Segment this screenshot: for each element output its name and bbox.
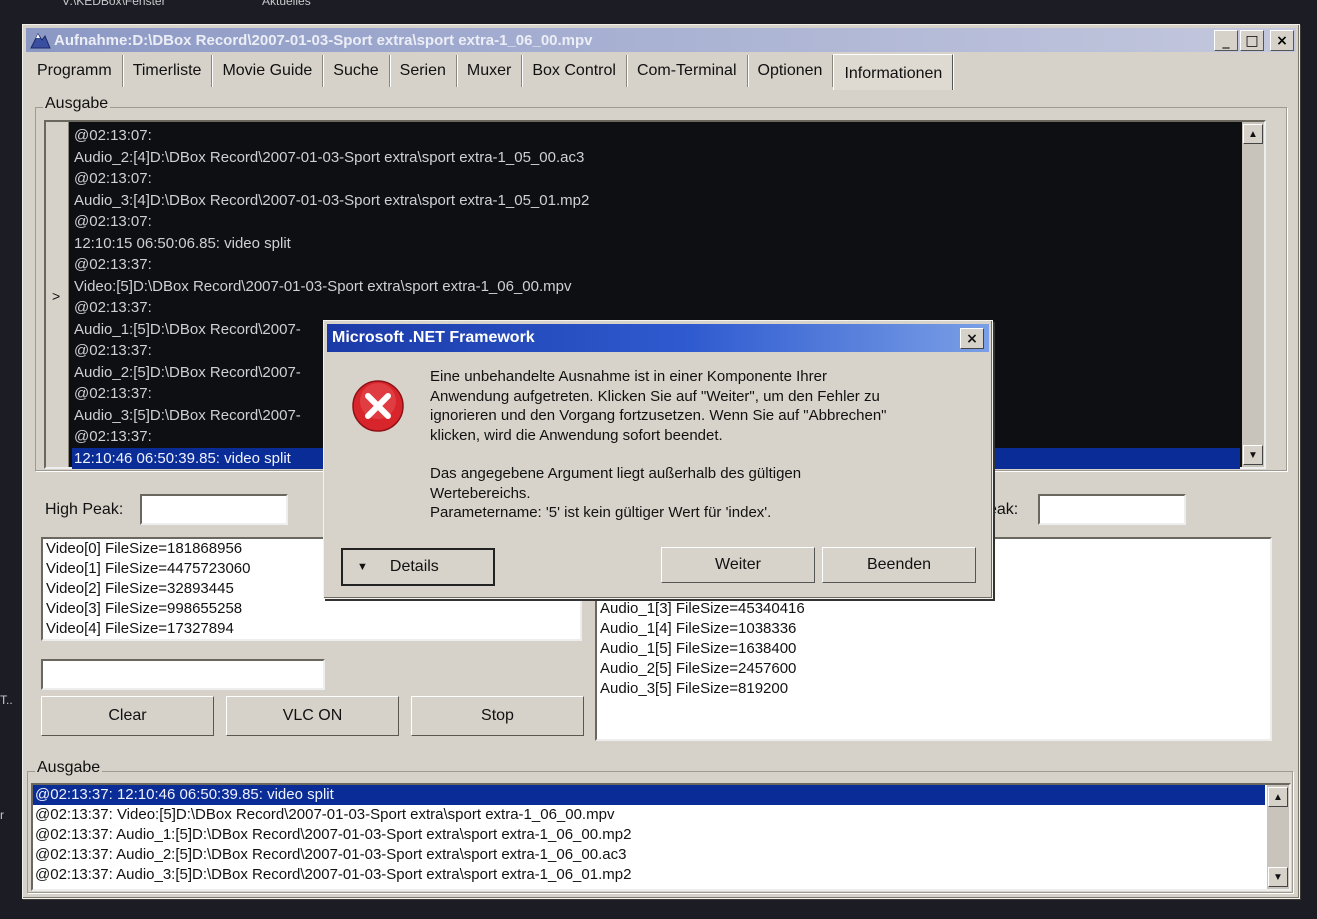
list-item[interactable]: Video[3] FileSize=998655258 xyxy=(43,599,580,619)
message-line: Wertebereichs. xyxy=(430,484,531,502)
list-item[interactable]: Audio_1[5] FileSize=1638400 xyxy=(597,639,1270,659)
console-line[interactable]: Video:[5]D:\DBox Record\2007-01-03-Sport… xyxy=(72,276,1240,298)
list-item[interactable]: Video[4] FileSize=17327894 xyxy=(43,619,580,639)
error-dialog: Microsoft .NET Framework × Eine unbehand… xyxy=(323,320,993,599)
dialog-title-bar[interactable]: Microsoft .NET Framework × xyxy=(327,324,989,352)
minimize-button[interactable]: _ xyxy=(1214,30,1238,51)
scroll-up-icon[interactable]: ▲ xyxy=(1268,787,1288,807)
tab-suche[interactable]: Suche xyxy=(323,55,390,87)
console-line[interactable]: @02:13:37: xyxy=(72,297,1240,319)
console-line[interactable]: @02:13:07: xyxy=(72,168,1240,190)
ausgabe-top-label: Ausgabe xyxy=(43,95,111,113)
console-line[interactable]: @02:13:37: xyxy=(72,254,1240,276)
tab-box-control[interactable]: Box Control xyxy=(522,55,627,87)
dialog-message: Eine unbehandelte Ausnahme ist in einer … xyxy=(430,367,970,523)
message-line: ignorieren und den Vorgang fortzusetzen.… xyxy=(430,407,887,424)
ausgabe-bottom-label: Ausgabe xyxy=(35,759,103,777)
scroll-down-icon[interactable]: ▼ xyxy=(1268,867,1288,887)
chevron-down-icon: ▼ xyxy=(357,561,368,573)
status-input[interactable] xyxy=(41,659,325,690)
message-line: klicken, wird die Anwendung sofort beend… xyxy=(430,426,723,444)
scroll-down-icon[interactable]: ▼ xyxy=(1243,445,1263,465)
title-bar[interactable]: Aufnahme:D:\DBox Record\2007-01-03-Sport… xyxy=(26,28,1296,52)
details-button[interactable]: ▼ Details xyxy=(341,548,495,586)
desktop-item: Aktuelles xyxy=(262,0,311,8)
console-line[interactable]: Audio_2:[4]D:\DBox Record\2007-01-03-Spo… xyxy=(72,147,1240,169)
tab-movie-guide[interactable]: Movie Guide xyxy=(212,55,324,87)
console-line[interactable]: Audio_3:[4]D:\DBox Record\2007-01-03-Spo… xyxy=(72,190,1240,212)
stop-button[interactable]: Stop xyxy=(411,696,584,736)
desktop-label: T.. xyxy=(0,693,13,707)
list-item[interactable]: Audio_3[5] FileSize=819200 xyxy=(597,679,1270,699)
list-item[interactable]: Audio_1[3] FileSize=45340416 xyxy=(597,599,1270,619)
message-line: Das angegebene Argument liegt außerhalb … xyxy=(430,465,802,482)
window-title: Aufnahme:D:\DBox Record\2007-01-03-Sport… xyxy=(54,31,593,49)
close-button[interactable]: × xyxy=(1270,30,1294,51)
tab-muxer[interactable]: Muxer xyxy=(457,55,523,87)
peak-field[interactable] xyxy=(1038,494,1186,525)
tab-timerliste[interactable]: Timerliste xyxy=(123,55,213,87)
dialog-title: Microsoft .NET Framework xyxy=(332,329,535,346)
message-line: Parametername: '5' ist kein gültiger Wer… xyxy=(430,504,772,521)
scroll-up-icon[interactable]: ▲ xyxy=(1243,124,1263,144)
tab-informationen[interactable]: Informationen xyxy=(833,54,954,90)
log-line[interactable]: @02:13:37: Audio_3:[5]D:\DBox Record\200… xyxy=(33,865,1265,885)
desktop-label: r xyxy=(0,808,4,822)
app-icon xyxy=(29,30,51,50)
ausgabe-log-list[interactable]: @02:13:37: 12:10:46 06:50:39.85: video s… xyxy=(31,783,1291,891)
beenden-button[interactable]: Beenden xyxy=(822,547,976,583)
tab-serien[interactable]: Serien xyxy=(390,55,457,87)
tab-optionen[interactable]: Optionen xyxy=(748,55,834,87)
console-gutter: > xyxy=(46,122,69,467)
weiter-button[interactable]: Weiter xyxy=(661,547,815,583)
log-line[interactable]: @02:13:37: Video:[5]D:\DBox Record\2007-… xyxy=(33,805,1265,825)
details-label: Details xyxy=(389,558,439,575)
console-scrollbar[interactable]: ▲ ▼ xyxy=(1242,122,1264,467)
list-item[interactable]: Audio_1[4] FileSize=1038336 xyxy=(597,619,1270,639)
console-line[interactable]: @02:13:07: xyxy=(72,211,1240,233)
list-item[interactable]: Audio_2[5] FileSize=2457600 xyxy=(597,659,1270,679)
vlc-on-button[interactable]: VLC ON xyxy=(226,696,399,736)
tab-programm[interactable]: Programm xyxy=(27,55,123,87)
desktop-item: V:\KEDBox\Fenster xyxy=(62,0,166,8)
message-line: Eine unbehandelte Ausnahme ist in einer … xyxy=(430,368,827,385)
console-line[interactable]: @02:13:07: xyxy=(72,125,1240,147)
error-icon xyxy=(351,379,405,433)
message-line: Anwendung aufgetreten. Klicken Sie auf "… xyxy=(430,387,880,405)
clear-button[interactable]: Clear xyxy=(41,696,214,736)
maximize-button[interactable]: □ xyxy=(1240,30,1264,51)
current-line-marker: > xyxy=(52,288,61,304)
tab-bar: Programm Timerliste Movie Guide Suche Se… xyxy=(27,54,954,90)
log-scrollbar[interactable]: ▲ ▼ xyxy=(1267,785,1289,889)
console-line[interactable]: 12:10:15 06:50:06.85: video split xyxy=(72,233,1240,255)
high-peak-label: High Peak: xyxy=(45,501,124,518)
log-line-selected[interactable]: @02:13:37: 12:10:46 06:50:39.85: video s… xyxy=(33,785,1265,805)
log-line[interactable]: @02:13:37: Audio_2:[5]D:\DBox Record\200… xyxy=(33,845,1265,865)
high-peak-field[interactable] xyxy=(140,494,288,525)
dialog-close-button[interactable]: × xyxy=(960,328,984,349)
tab-com-terminal[interactable]: Com-Terminal xyxy=(627,55,748,87)
log-line[interactable]: @02:13:37: Audio_1:[5]D:\DBox Record\200… xyxy=(33,825,1265,845)
